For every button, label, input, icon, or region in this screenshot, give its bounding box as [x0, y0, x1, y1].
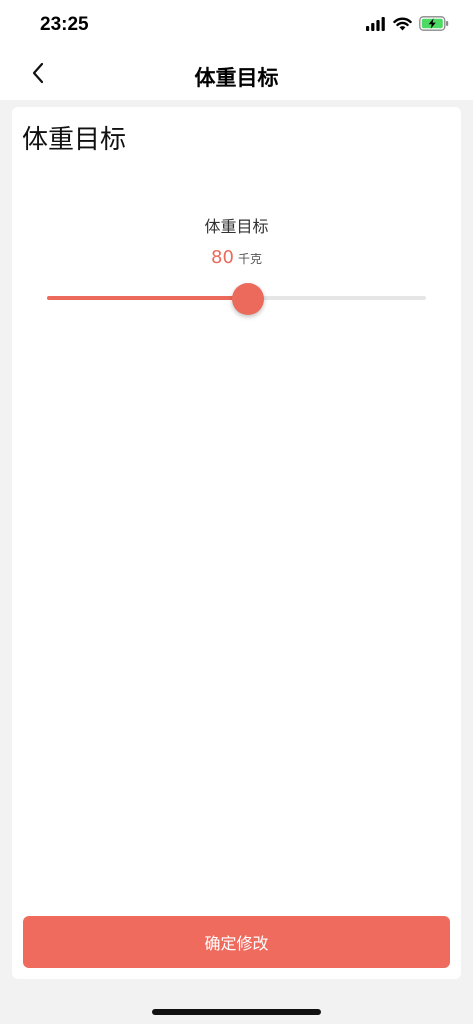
confirm-button[interactable]: 确定修改	[23, 916, 450, 968]
weight-value: 80	[211, 247, 234, 268]
signal-icon	[366, 16, 386, 35]
card-title: 体重目标	[22, 125, 127, 155]
weight-unit: 千克	[237, 252, 262, 266]
home-indicator	[152, 1009, 321, 1015]
page-title: 体重目标	[194, 66, 279, 90]
status-time: 23:25	[40, 14, 89, 35]
weight-goal-slider[interactable]	[47, 283, 426, 315]
navigation-bar: 体重目标	[0, 50, 473, 100]
weight-value-display: 80 千克	[12, 247, 461, 268]
slider-fill	[47, 296, 248, 300]
status-bar: 23:25	[0, 0, 473, 50]
status-icons	[366, 16, 449, 35]
wifi-icon	[393, 16, 412, 35]
battery-charging-icon	[419, 16, 449, 35]
weight-goal-card: 体重目标 体重目标 80 千克 确定修改	[12, 107, 461, 979]
slider-thumb[interactable]	[231, 283, 264, 315]
slider-label: 体重目标	[204, 217, 269, 236]
